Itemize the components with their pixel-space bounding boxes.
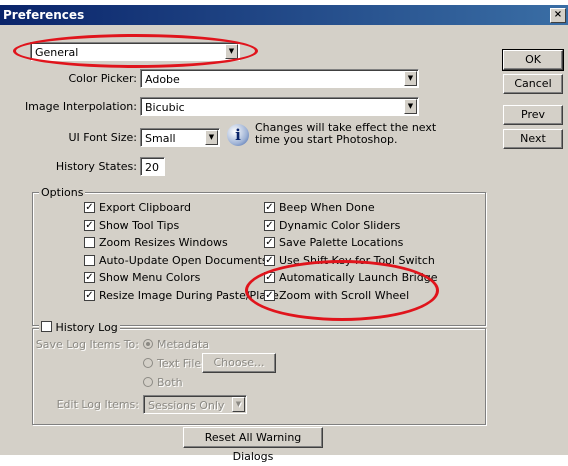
save-log-items-label: Save Log Items To: — [35, 338, 139, 351]
cancel-button[interactable]: Cancel — [503, 74, 563, 94]
checkbox-automatically-launch-bridge[interactable]: ✓ — [264, 272, 275, 283]
image-interpolation-dropdown[interactable]: Bicubic ▼ — [140, 97, 419, 116]
radio-text-file-label: Text File — [157, 357, 202, 370]
ok-button[interactable]: OK — [502, 49, 564, 71]
chevron-down-icon[interactable]: ▼ — [225, 44, 238, 59]
info-icon: i — [227, 124, 249, 146]
color-picker-dropdown[interactable]: Adobe ▼ — [140, 69, 419, 88]
history-states-value: 20 — [145, 161, 159, 174]
radio-both-label: Both — [157, 376, 183, 389]
image-interpolation-label: Image Interpolation: — [24, 100, 137, 113]
checkbox-dynamic-color-sliders[interactable]: ✓ — [264, 219, 275, 231]
checkbox-auto-update-open-documents[interactable] — [84, 254, 95, 266]
dialog-body: General ▼ Color Picker: Adobe ▼ Image In… — [3, 25, 565, 463]
radio-metadata-label: Metadata — [157, 338, 210, 351]
checkbox-use-shift-key-for-tool-switch[interactable]: ✓ — [264, 254, 275, 266]
history-states-label: History States: — [55, 160, 137, 173]
edit-log-items-value: Sessions Only — [148, 399, 225, 412]
radio-both[interactable] — [143, 377, 153, 387]
checkbox-show-tool-tips[interactable]: ✓ — [84, 219, 95, 231]
section-value: General — [35, 46, 79, 59]
checkbox-label: Use Shift Key for Tool Switch — [279, 253, 435, 267]
close-icon[interactable]: × — [550, 8, 566, 23]
checkbox-label: Auto-Update Open Documents — [99, 253, 268, 267]
checkbox-beep-when-done[interactable]: ✓ — [264, 202, 275, 213]
checkbox-zoom-with-scroll-wheel[interactable]: ✓ — [264, 289, 275, 301]
edit-log-items-label: Edit Log Items: — [56, 398, 139, 411]
next-button[interactable]: Next — [503, 129, 563, 149]
checkbox-save-palette-locations[interactable]: ✓ — [264, 237, 275, 248]
chevron-down-icon[interactable]: ▼ — [232, 397, 245, 412]
ui-font-size-dropdown[interactable]: Small ▼ — [140, 128, 220, 147]
ui-font-size-label: UI Font Size: — [68, 131, 137, 144]
image-interpolation-value: Bicubic — [145, 101, 185, 114]
checkbox-label: Save Palette Locations — [279, 236, 404, 249]
history-log-header: History Log — [39, 321, 120, 334]
checkbox-label: Show Tool Tips — [99, 218, 180, 232]
checkbox-label: Zoom Resizes Windows — [99, 236, 228, 249]
checkbox-resize-image-during-paste-place[interactable]: ✓ — [84, 289, 95, 301]
title-bar: Preferences × — [0, 5, 568, 25]
checkbox-zoom-resizes-windows[interactable] — [84, 237, 95, 248]
font-note-line2: time you start Photoshop. — [255, 133, 398, 146]
choose-button[interactable]: Choose... — [202, 353, 276, 373]
color-picker-label: Color Picker: — [68, 72, 138, 85]
prev-button[interactable]: Prev — [503, 105, 563, 125]
edit-log-items-dropdown[interactable]: Sessions Only ▼ — [143, 395, 247, 414]
color-picker-value: Adobe — [145, 73, 180, 86]
preferences-dialog: Preferences × General ▼ Color Picker: Ad… — [0, 5, 568, 463]
checkbox-label: Zoom with Scroll Wheel — [279, 288, 410, 302]
checkbox-label: Export Clipboard — [99, 201, 192, 214]
checkbox-label: Resize Image During Paste/Place — [99, 288, 279, 302]
radio-metadata[interactable] — [143, 339, 153, 349]
checkbox-label: Automatically Launch Bridge — [279, 271, 438, 284]
checkbox-show-menu-colors[interactable]: ✓ — [84, 272, 95, 283]
chevron-down-icon[interactable]: ▼ — [404, 99, 417, 114]
radio-text-file[interactable] — [143, 358, 153, 368]
checkbox-export-clipboard[interactable]: ✓ — [84, 202, 95, 213]
options-group-title: Options — [39, 186, 86, 199]
window-title: Preferences — [3, 8, 85, 22]
checkbox-label: Show Menu Colors — [99, 271, 201, 284]
reset-warning-dialogs-button[interactable]: Reset All Warning Dialogs — [183, 427, 323, 463]
chevron-down-icon[interactable]: ▼ — [205, 130, 218, 145]
checkbox-label: Beep When Done — [279, 201, 375, 214]
history-log-checkbox[interactable] — [41, 321, 52, 332]
chevron-down-icon[interactable]: ▼ — [404, 71, 417, 86]
history-log-title: History Log — [55, 321, 118, 334]
checkbox-label: Dynamic Color Sliders — [279, 218, 401, 232]
section-dropdown[interactable]: General ▼ — [30, 42, 240, 61]
ui-font-size-value: Small — [145, 132, 176, 145]
history-states-input[interactable]: 20 — [140, 157, 165, 176]
